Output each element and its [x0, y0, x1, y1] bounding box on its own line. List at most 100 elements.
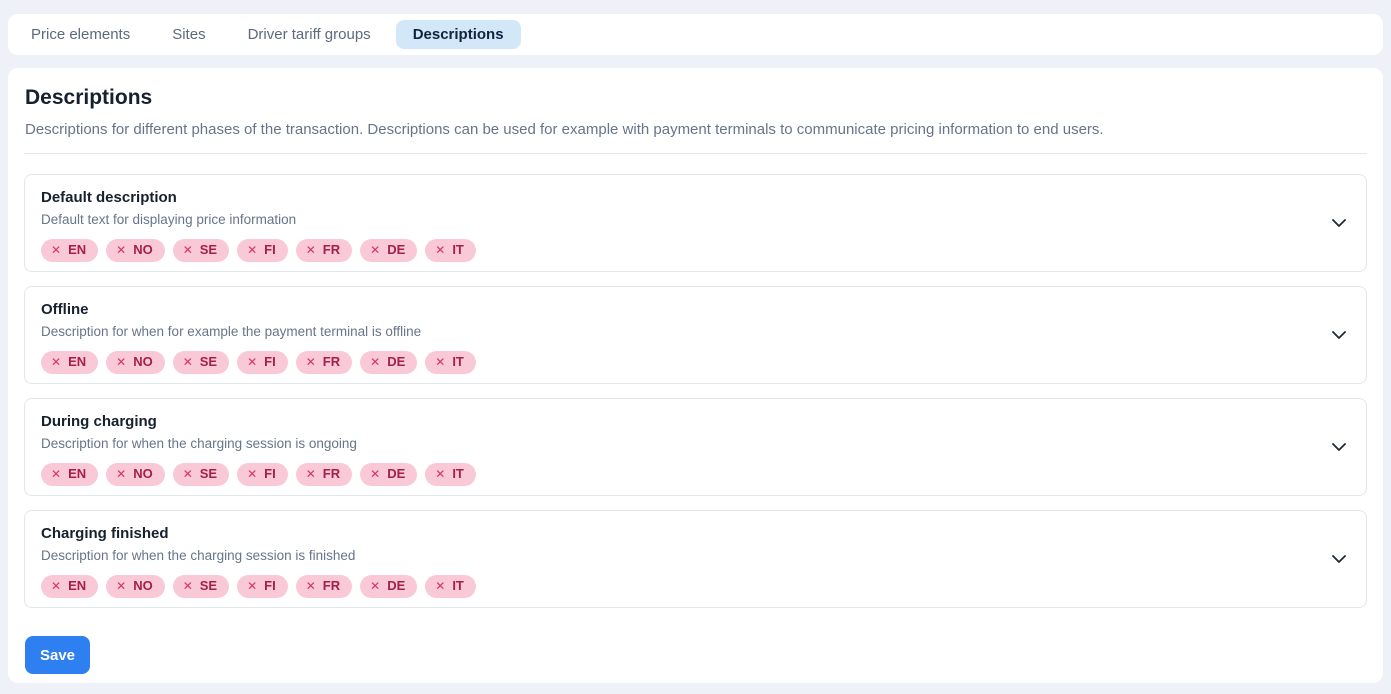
chevron-down-icon [1332, 331, 1346, 339]
remove-tag-icon[interactable]: ✕ [116, 242, 126, 258]
language-tag-label: FI [264, 578, 276, 594]
chevron-down-icon [1332, 219, 1346, 227]
remove-tag-icon[interactable]: ✕ [51, 354, 61, 370]
section-default-description[interactable]: Default description Default text for dis… [24, 174, 1367, 272]
language-tag-label: FR [323, 578, 340, 594]
language-tag: ✕ NO [106, 351, 165, 374]
language-tag-label: EN [68, 466, 86, 482]
section-title: Charging finished [41, 525, 1318, 543]
language-tag: ✕ NO [106, 463, 165, 486]
remove-tag-icon[interactable]: ✕ [51, 242, 61, 258]
language-tag-label: DE [387, 354, 405, 370]
remove-tag-icon[interactable]: ✕ [183, 242, 193, 258]
language-tag-label: SE [200, 466, 217, 482]
language-tag: ✕ SE [173, 575, 229, 598]
page-subtitle: Descriptions for different phases of the… [25, 120, 1367, 140]
tab-sites[interactable]: Sites [155, 20, 222, 49]
descriptions-panel: Descriptions Descriptions for different … [8, 68, 1383, 683]
language-tag-label: EN [68, 578, 86, 594]
language-tag: ✕ FI [237, 463, 288, 486]
divider [24, 153, 1367, 154]
section-description: Description for when the charging sessio… [41, 547, 1318, 564]
language-tag-label: NO [133, 466, 153, 482]
language-tag-row: ✕EN ✕NO ✕SE ✕FI ✕FR ✕DE ✕IT [41, 575, 1318, 598]
language-tag: ✕ NO [106, 239, 165, 262]
language-tag: ✕ SE [173, 351, 229, 374]
language-tag-label: EN [68, 242, 86, 258]
section-title: Default description [41, 189, 1318, 207]
remove-tag-icon[interactable]: ✕ [116, 578, 126, 594]
expand-section-button[interactable] [1328, 548, 1350, 570]
remove-tag-icon[interactable]: ✕ [435, 466, 445, 482]
language-tag: ✕ SE [173, 239, 229, 262]
language-tag: ✕ DE [360, 239, 417, 262]
language-tag-label: NO [133, 354, 153, 370]
save-button[interactable]: Save [25, 636, 90, 674]
remove-tag-icon[interactable]: ✕ [247, 578, 257, 594]
remove-tag-icon[interactable]: ✕ [306, 466, 316, 482]
language-tag: ✕FR [296, 351, 352, 374]
remove-tag-icon[interactable]: ✕ [183, 578, 193, 594]
tab-bar: Price elements Sites Driver tariff group… [8, 14, 1383, 55]
tab-descriptions[interactable]: Descriptions [396, 20, 521, 49]
language-tag: ✕ EN [41, 351, 98, 374]
language-tag: ✕ IT [425, 575, 476, 598]
expand-section-button[interactable] [1328, 212, 1350, 234]
remove-tag-icon[interactable]: ✕ [116, 354, 126, 370]
remove-tag-icon[interactable]: ✕ [247, 354, 257, 370]
section-description: Description for when the charging sessio… [41, 435, 1318, 452]
language-tag: ✕ FR [296, 239, 352, 262]
remove-tag-icon[interactable]: ✕ [247, 466, 257, 482]
remove-tag-icon[interactable]: ✕ [370, 354, 380, 370]
remove-tag-icon[interactable]: ✕ [370, 578, 380, 594]
remove-tag-icon[interactable]: ✕ [435, 242, 445, 258]
section-offline[interactable]: Offline Description for when for example… [24, 286, 1367, 384]
language-tag-label: FR [323, 242, 340, 258]
remove-tag-icon[interactable]: ✕ [183, 354, 193, 370]
language-tag-label: NO [133, 242, 153, 258]
remove-tag-icon[interactable]: ✕ [116, 466, 126, 482]
remove-tag-icon[interactable]: ✕ [435, 354, 445, 370]
language-tag: ✕ EN [41, 239, 98, 262]
language-tag-label: FI [264, 466, 276, 482]
language-tag: ✕FI [237, 239, 288, 262]
remove-tag-icon[interactable]: ✕ [51, 466, 61, 482]
remove-tag-icon[interactable]: ✕ [247, 242, 257, 258]
language-tag-label: SE [200, 242, 217, 258]
section-description: Description for when for example the pay… [41, 323, 1318, 340]
language-tag: ✕ FI [237, 351, 288, 374]
language-tag-label: DE [387, 242, 405, 258]
language-tag-label: IT [452, 242, 464, 258]
remove-tag-icon[interactable]: ✕ [370, 242, 380, 258]
remove-tag-icon[interactable]: ✕ [370, 466, 380, 482]
language-tag-row: ✕ EN ✕ NO ✕ SE ✕ FI ✕ FR ✕DE ✕ IT [41, 463, 1318, 486]
language-tag: ✕DE [360, 463, 417, 486]
language-tag-label: IT [452, 354, 464, 370]
remove-tag-icon[interactable]: ✕ [51, 578, 61, 594]
language-tag-label: EN [68, 354, 86, 370]
tab-driver-tariff-groups[interactable]: Driver tariff groups [231, 20, 388, 49]
section-during-charging[interactable]: During charging Description for when the… [24, 398, 1367, 496]
tab-price-elements[interactable]: Price elements [14, 20, 147, 49]
language-tag-label: FI [264, 354, 276, 370]
language-tag-label: IT [452, 466, 464, 482]
language-tag-label: SE [200, 354, 217, 370]
remove-tag-icon[interactable]: ✕ [183, 466, 193, 482]
section-title: During charging [41, 413, 1318, 431]
remove-tag-icon[interactable]: ✕ [306, 242, 316, 258]
language-tag: ✕ DE [360, 351, 417, 374]
section-title: Offline [41, 301, 1318, 319]
language-tag-label: FR [323, 466, 340, 482]
remove-tag-icon[interactable]: ✕ [306, 578, 316, 594]
language-tag-label: NO [133, 578, 153, 594]
language-tag: ✕ FR [296, 575, 352, 598]
chevron-down-icon [1332, 555, 1346, 563]
remove-tag-icon[interactable]: ✕ [306, 354, 316, 370]
expand-section-button[interactable] [1328, 324, 1350, 346]
language-tag: ✕ EN [41, 463, 98, 486]
section-charging-finished[interactable]: Charging finished Description for when t… [24, 510, 1367, 608]
remove-tag-icon[interactable]: ✕ [435, 578, 445, 594]
language-tag-label: IT [452, 578, 464, 594]
language-tag-label: SE [200, 578, 217, 594]
expand-section-button[interactable] [1328, 436, 1350, 458]
